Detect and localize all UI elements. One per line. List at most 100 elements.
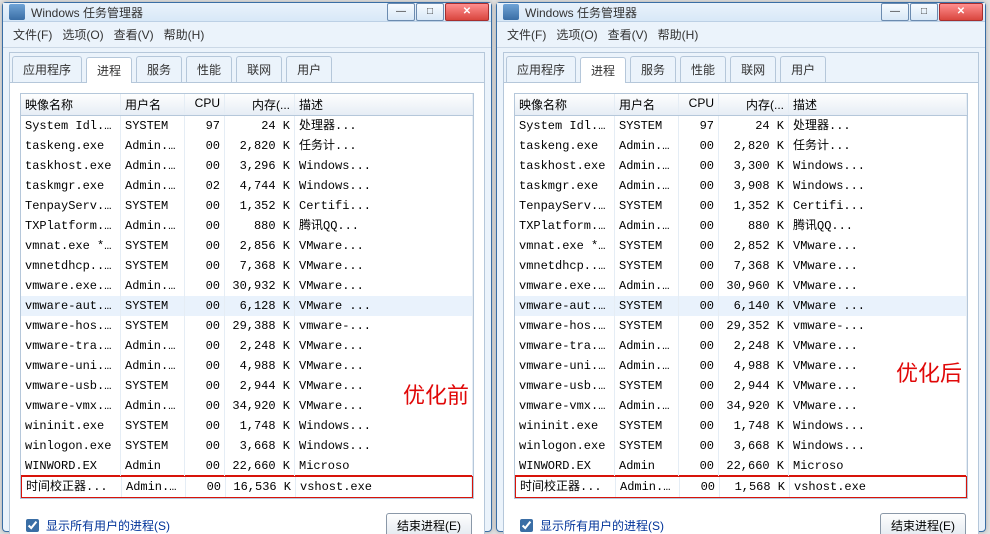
table-row[interactable]: 时间校正器...Admin...0016,536 Kvshost.exe [20, 475, 474, 499]
table-row[interactable]: vmnetdhcp....SYSTEM007,368 KVMware... [515, 256, 967, 276]
menu-options[interactable]: 选项(O) [556, 26, 597, 43]
end-process-button[interactable]: 结束进程(E) [880, 513, 966, 534]
col-user[interactable]: 用户名 [121, 94, 185, 115]
cell-user: Admin... [615, 396, 679, 416]
col-memory[interactable]: 内存(... [225, 94, 295, 115]
table-row[interactable]: TenpayServ...SYSTEM001,352 KCertifi... [21, 196, 473, 216]
table-row[interactable]: vmware-vmx...Admin...0034,920 KVMware... [21, 396, 473, 416]
table-row[interactable]: vmware-hos...SYSTEM0029,352 Kvmware-... [515, 316, 967, 336]
table-row[interactable]: vmnat.exe *32SYSTEM002,852 KVMware... [515, 236, 967, 256]
show-all-users-label: 显示所有用户的进程(S) [540, 517, 664, 534]
col-cpu[interactable]: CPU [185, 94, 225, 115]
table-row[interactable]: TXPlatform...Admin...00880 K腾讯QQ... [515, 216, 967, 236]
tab-performance[interactable]: 性能 [186, 56, 232, 82]
end-process-button[interactable]: 结束进程(E) [386, 513, 472, 534]
cell-image: vmware-uni... [21, 356, 121, 376]
menu-view[interactable]: 查看(V) [114, 26, 154, 43]
tab-applications[interactable]: 应用程序 [12, 56, 82, 82]
cell-cpu: 00 [185, 376, 225, 396]
col-image[interactable]: 映像名称 [515, 94, 615, 115]
table-row[interactable]: vmnetdhcp....SYSTEM007,368 KVMware... [21, 256, 473, 276]
cell-cpu: 97 [679, 116, 719, 136]
show-all-users-checkbox[interactable]: 显示所有用户的进程(S) [516, 516, 664, 534]
menu-view[interactable]: 查看(V) [608, 26, 648, 43]
show-all-users-input[interactable] [26, 519, 39, 532]
tab-networking[interactable]: 联网 [236, 56, 282, 82]
tab-applications[interactable]: 应用程序 [506, 56, 576, 82]
table-row[interactable]: vmware-tra...Admin...002,248 KVMware... [21, 336, 473, 356]
table-row[interactable]: vmware-usb...SYSTEM002,944 KVMware... [515, 376, 967, 396]
col-memory[interactable]: 内存(... [719, 94, 789, 115]
table-row[interactable]: winlogon.exeSYSTEM003,668 KWindows... [515, 436, 967, 456]
show-all-users-checkbox[interactable]: 显示所有用户的进程(S) [22, 516, 170, 534]
tab-processes[interactable]: 进程 [580, 57, 626, 83]
col-description[interactable]: 描述 [295, 94, 473, 115]
cell-cpu: 00 [185, 196, 225, 216]
cell-user: Admin... [121, 396, 185, 416]
cell-cpu: 00 [185, 156, 225, 176]
tab-users[interactable]: 用户 [286, 56, 332, 82]
cell-description: VMware... [295, 256, 473, 276]
tab-processes[interactable]: 进程 [86, 57, 132, 83]
table-row[interactable]: taskeng.exeAdmin...002,820 K任务计... [515, 136, 967, 156]
tab-networking[interactable]: 联网 [730, 56, 776, 82]
table-row[interactable]: vmware-aut...SYSTEM006,140 KVMware ... [515, 296, 967, 316]
table-row[interactable]: vmware-aut...SYSTEM006,128 KVMware ... [21, 296, 473, 316]
cell-description: Windows... [295, 416, 473, 436]
table-row[interactable]: vmware.exe...Admin...0030,932 KVMware... [21, 276, 473, 296]
table-row[interactable]: winlogon.exeSYSTEM003,668 KWindows... [21, 436, 473, 456]
table-row[interactable]: taskhost.exeAdmin...003,300 KWindows... [515, 156, 967, 176]
cell-cpu: 00 [679, 296, 719, 316]
menu-options[interactable]: 选项(O) [62, 26, 103, 43]
col-image[interactable]: 映像名称 [21, 94, 121, 115]
titlebar[interactable]: Windows 任务管理器 — □ ✕ [3, 3, 491, 22]
col-description[interactable]: 描述 [789, 94, 967, 115]
minimize-button[interactable]: — [881, 3, 909, 21]
table-header[interactable]: 映像名称 用户名 CPU 内存(... 描述 [21, 94, 473, 116]
close-button[interactable]: ✕ [445, 3, 489, 21]
table-row[interactable]: vmware-hos...SYSTEM0029,388 Kvmware-... [21, 316, 473, 336]
show-all-users-input[interactable] [520, 519, 533, 532]
table-row[interactable]: taskeng.exeAdmin...002,820 K任务计... [21, 136, 473, 156]
table-row[interactable]: vmware-usb...SYSTEM002,944 KVMware... [21, 376, 473, 396]
maximize-button[interactable]: □ [416, 3, 444, 21]
cell-memory: 24 K [719, 116, 789, 136]
table-row[interactable]: vmware-tra...Admin...002,248 KVMware... [515, 336, 967, 356]
table-row[interactable]: TenpayServ...SYSTEM001,352 KCertifi... [515, 196, 967, 216]
table-row[interactable]: vmware-uni...Admin...004,988 KVMware... [21, 356, 473, 376]
table-row[interactable]: vmware-vmx...Admin...0034,920 KVMware... [515, 396, 967, 416]
table-row[interactable]: taskmgr.exeAdmin...024,744 KWindows... [21, 176, 473, 196]
table-header[interactable]: 映像名称 用户名 CPU 内存(... 描述 [515, 94, 967, 116]
tab-services[interactable]: 服务 [630, 56, 676, 82]
menu-help[interactable]: 帮助(H) [658, 26, 699, 43]
table-row[interactable]: taskhost.exeAdmin...003,296 KWindows... [21, 156, 473, 176]
col-user[interactable]: 用户名 [615, 94, 679, 115]
table-row[interactable]: 时间校正器...Admin...001,568 Kvshost.exe [514, 475, 968, 499]
menu-file[interactable]: 文件(F) [13, 26, 52, 43]
table-row[interactable]: WINWORD.EXAdmin0022,660 KMicroso [21, 456, 473, 476]
table-row[interactable]: System Idl...SYSTEM9724 K处理器... [515, 116, 967, 136]
table-row[interactable]: wininit.exeSYSTEM001,748 KWindows... [21, 416, 473, 436]
cell-description: VMware... [789, 236, 967, 256]
table-row[interactable]: vmnat.exe *32SYSTEM002,856 KVMware... [21, 236, 473, 256]
cell-user: SYSTEM [121, 256, 185, 276]
table-row[interactable]: WINWORD.EXAdmin0022,660 KMicroso [515, 456, 967, 476]
table-row[interactable]: System Idl...SYSTEM9724 K处理器... [21, 116, 473, 136]
tab-services[interactable]: 服务 [136, 56, 182, 82]
cell-image: taskhost.exe [515, 156, 615, 176]
col-cpu[interactable]: CPU [679, 94, 719, 115]
table-row[interactable]: wininit.exeSYSTEM001,748 KWindows... [515, 416, 967, 436]
table-row[interactable]: TXPlatform...Admin...00880 K腾讯QQ... [21, 216, 473, 236]
cell-user: SYSTEM [121, 196, 185, 216]
close-button[interactable]: ✕ [939, 3, 983, 21]
table-row[interactable]: vmware.exe...Admin...0030,960 KVMware... [515, 276, 967, 296]
tab-performance[interactable]: 性能 [680, 56, 726, 82]
table-row[interactable]: vmware-uni...Admin...004,988 KVMware... [515, 356, 967, 376]
menu-help[interactable]: 帮助(H) [164, 26, 205, 43]
table-row[interactable]: taskmgr.exeAdmin...003,908 KWindows... [515, 176, 967, 196]
maximize-button[interactable]: □ [910, 3, 938, 21]
menu-file[interactable]: 文件(F) [507, 26, 546, 43]
titlebar[interactable]: Windows 任务管理器 — □ ✕ [497, 3, 985, 22]
tab-users[interactable]: 用户 [780, 56, 826, 82]
minimize-button[interactable]: — [387, 3, 415, 21]
